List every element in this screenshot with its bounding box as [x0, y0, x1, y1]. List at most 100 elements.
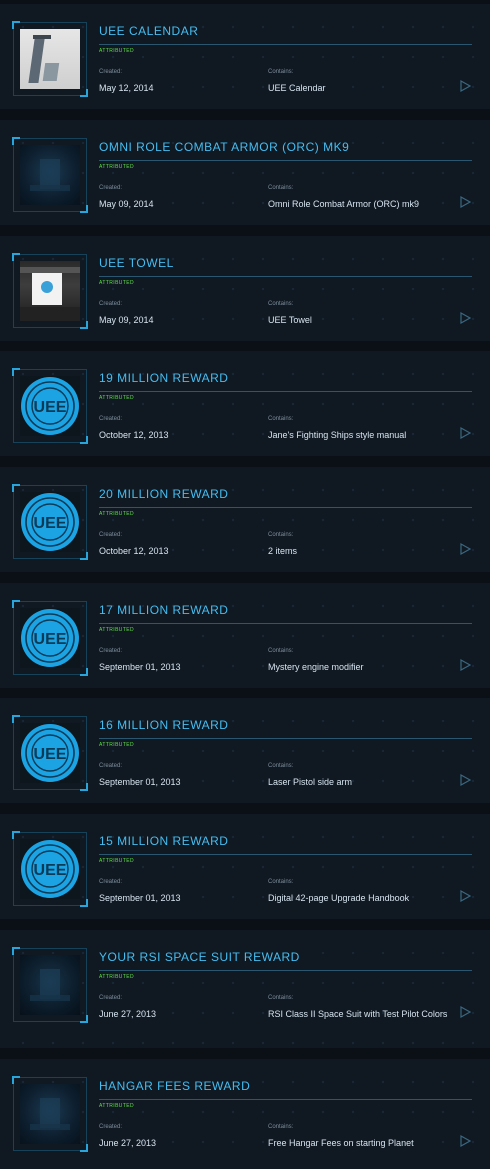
pledge-item: UEE TOWEL ATTRIBUTED Created: May 09, 2014 C…: [0, 236, 490, 341]
armor-photo: [30, 969, 70, 1001]
item-thumbnail: UEE: [12, 715, 88, 791]
created-date: May 12, 2014: [99, 83, 154, 93]
contains-label: Contains:: [268, 185, 294, 191]
contains-label: Contains:: [268, 648, 294, 654]
item-title[interactable]: UEE TOWEL: [99, 256, 174, 270]
item-title[interactable]: HANGAR FEES REWARD: [99, 1079, 250, 1093]
item-image: [20, 145, 80, 205]
created-label: Created:: [99, 185, 123, 191]
created-date: June 27, 2013: [99, 1138, 157, 1148]
created-label: Created:: [99, 532, 123, 538]
contains-label: Contains:: [268, 995, 294, 1001]
contains-label: Contains:: [268, 416, 294, 422]
svg-text:UEE: UEE: [34, 746, 67, 763]
svg-text:UEE: UEE: [34, 862, 67, 879]
item-image: [20, 29, 80, 89]
item-image: UEE: [20, 608, 80, 668]
expand-button[interactable]: [459, 426, 472, 440]
item-thumbnail: [12, 253, 88, 329]
title-divider: [99, 970, 472, 971]
created-label: Created:: [99, 69, 123, 75]
item-title[interactable]: 20 MILLION REWARD: [99, 487, 228, 501]
created-date: October 12, 2013: [99, 546, 169, 556]
created-date: September 01, 2013: [99, 662, 181, 672]
contains-value: Omni Role Combat Armor (ORC) mk9: [268, 199, 420, 209]
item-thumbnail: UEE: [12, 600, 88, 676]
expand-button[interactable]: [459, 773, 472, 787]
item-title[interactable]: OMNI ROLE COMBAT ARMOR (ORC) MK9: [99, 140, 349, 154]
attributed-badge: ATTRIBUTED: [99, 48, 135, 54]
title-divider: [99, 507, 472, 508]
created-label: Created:: [99, 301, 123, 307]
created-label: Created:: [99, 648, 123, 654]
item-title[interactable]: 17 MILLION REWARD: [99, 603, 228, 617]
pledge-item: UEE CALENDAR ATTRIBUTED Created: May 12, 20…: [0, 4, 490, 109]
contains-label: Contains:: [268, 69, 294, 75]
uee-emblem-icon: UEE: [21, 724, 79, 782]
expand-button[interactable]: [459, 1005, 472, 1019]
item-image: UEE: [20, 376, 80, 436]
pledge-item: HANGAR FEES REWARD ATTRIBUTED Created: June…: [0, 1059, 490, 1169]
item-title[interactable]: 16 MILLION REWARD: [99, 718, 228, 732]
item-image: [20, 955, 80, 1015]
uee-emblem-icon: UEE: [21, 377, 79, 435]
play-arrow-icon: [460, 1005, 472, 1019]
created-label: Created:: [99, 1124, 123, 1130]
item-title[interactable]: YOUR RSI SPACE SUIT REWARD: [99, 950, 300, 964]
title-divider: [99, 44, 472, 45]
expand-button[interactable]: [459, 889, 472, 903]
contains-label: Contains:: [268, 879, 294, 885]
created-label: Created:: [99, 995, 123, 1001]
svg-text:UEE: UEE: [34, 631, 67, 648]
attributed-badge: ATTRIBUTED: [99, 395, 135, 401]
contains-value: UEE Towel: [268, 315, 312, 325]
contains-label: Contains:: [268, 301, 294, 307]
svg-text:UEE: UEE: [34, 515, 67, 532]
contains-value: Free Hangar Fees on starting Planet: [268, 1138, 414, 1148]
created-date: June 27, 2013: [99, 1009, 157, 1019]
expand-button[interactable]: [459, 1134, 472, 1148]
uee-emblem-icon: UEE: [21, 493, 79, 551]
attributed-badge: ATTRIBUTED: [99, 742, 135, 748]
play-arrow-icon: [460, 773, 472, 787]
item-thumbnail: UEE: [12, 484, 88, 560]
contains-value: RSI Class II Space Suit with Test Pilot …: [268, 1009, 448, 1019]
expand-button[interactable]: [459, 79, 472, 93]
pledge-item: OMNI ROLE COMBAT ARMOR (ORC) MK9 ATTRIBUT…: [0, 120, 490, 225]
item-thumbnail: UEE: [12, 368, 88, 444]
item-image: [20, 1084, 80, 1144]
item-image: UEE: [20, 723, 80, 783]
item-title[interactable]: 15 MILLION REWARD: [99, 834, 228, 848]
expand-button[interactable]: [459, 542, 472, 556]
armor-photo: [30, 1098, 70, 1130]
item-thumbnail: [12, 947, 88, 1023]
title-divider: [99, 854, 472, 855]
contains-value: Digital 42-page Upgrade Handbook: [268, 893, 410, 903]
contains-value: Jane's Fighting Ships style manual: [268, 430, 407, 440]
item-title[interactable]: 19 MILLION REWARD: [99, 371, 228, 385]
title-divider: [99, 391, 472, 392]
title-divider: [99, 1099, 472, 1100]
contains-label: Contains:: [268, 532, 294, 538]
title-divider: [99, 160, 472, 161]
expand-button[interactable]: [459, 658, 472, 672]
expand-button[interactable]: [459, 195, 472, 209]
calendar-photo: [28, 35, 60, 83]
contains-value: 2 items: [268, 546, 298, 556]
pledge-item: UEE 20 MILLION REWARD ATTRIBUTED Created: Oc…: [0, 467, 490, 572]
uee-emblem-icon: UEE: [21, 609, 79, 667]
attributed-badge: ATTRIBUTED: [99, 627, 135, 633]
play-arrow-icon: [460, 311, 472, 325]
expand-button[interactable]: [459, 311, 472, 325]
item-image: UEE: [20, 492, 80, 552]
svg-text:UEE: UEE: [34, 399, 67, 416]
play-arrow-icon: [460, 542, 472, 556]
item-thumbnail: [12, 1076, 88, 1152]
created-date: May 09, 2014: [99, 315, 154, 325]
pledge-item: UEE 19 MILLION REWARD ATTRIBUTED Created: Oc…: [0, 351, 490, 456]
item-title[interactable]: UEE CALENDAR: [99, 24, 198, 38]
title-divider: [99, 276, 472, 277]
item-thumbnail: UEE: [12, 831, 88, 907]
play-arrow-icon: [460, 1134, 472, 1148]
item-thumbnail: [12, 21, 88, 97]
